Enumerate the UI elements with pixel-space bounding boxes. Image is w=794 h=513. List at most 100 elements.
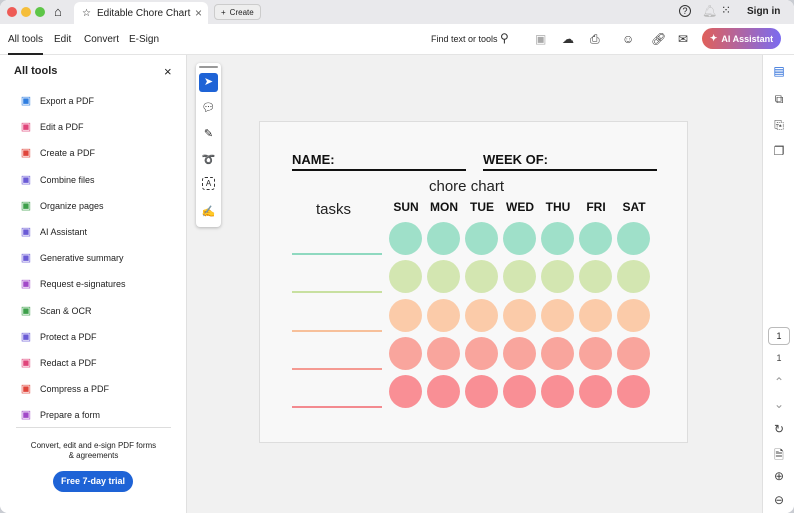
bookmark-icon[interactable]: ⎘ — [763, 118, 794, 133]
highlight-pen-icon[interactable]: ✎ — [199, 125, 218, 144]
tool-item[interactable]: ▣ Scan & OCR — [20, 305, 92, 317]
chore-circle[interactable] — [389, 260, 422, 294]
task-line[interactable] — [292, 329, 382, 332]
drag-handle[interactable] — [199, 66, 218, 68]
sign-in-button[interactable]: Sign in — [747, 6, 780, 17]
chore-circle[interactable] — [617, 336, 650, 370]
free-trial-button[interactable]: Free 7-day trial — [53, 471, 133, 492]
next-page-icon[interactable]: ⌄ — [763, 397, 794, 411]
chore-circle[interactable] — [389, 336, 422, 370]
tool-item[interactable]: ▣ Export a PDF — [20, 95, 94, 107]
task-line[interactable] — [292, 367, 382, 370]
chore-circle[interactable] — [465, 298, 498, 332]
zoom-in-icon[interactable]: ⊕ — [763, 469, 794, 483]
lasso-draw-icon[interactable]: ➰ — [199, 151, 218, 170]
page-fit-icon[interactable]: 🗎︎ — [763, 446, 794, 467]
chore-circle[interactable] — [427, 375, 460, 409]
tool-item[interactable]: ▣ Edit a PDF — [20, 121, 84, 133]
home-icon[interactable]: ⌂ — [54, 4, 62, 19]
save-icon[interactable]: ▣ — [535, 32, 546, 46]
sign-tool-icon[interactable]: ✍ — [199, 203, 218, 222]
chore-circle[interactable] — [541, 260, 574, 294]
search-icon[interactable]: ⚲ — [500, 31, 509, 45]
tool-item[interactable]: ▣ Protect a PDF — [20, 331, 97, 343]
chore-circle[interactable] — [579, 260, 612, 294]
close-panel-icon[interactable]: × — [164, 64, 172, 79]
name-field-line[interactable] — [292, 169, 466, 171]
text-box-icon[interactable]: A — [202, 177, 215, 190]
chore-circle[interactable] — [389, 298, 422, 332]
close-window-button[interactable] — [7, 7, 17, 17]
star-icon[interactable]: ☆ — [82, 8, 91, 19]
tool-item[interactable]: ▣ Create a PDF — [20, 147, 95, 159]
chore-circle[interactable] — [465, 375, 498, 409]
tool-item[interactable]: ▣ Generative summary — [20, 252, 124, 264]
chore-circle[interactable] — [541, 298, 574, 332]
week-field-line[interactable] — [483, 169, 657, 171]
chore-circle[interactable] — [465, 260, 498, 294]
chore-circle[interactable] — [389, 222, 422, 255]
share-user-icon[interactable]: ☺ — [622, 32, 634, 46]
tab-all-tools[interactable]: All tools — [8, 34, 44, 55]
bell-icon[interactable]: 🔔︎ — [702, 4, 717, 18]
link-icon[interactable]: 🔗︎ — [651, 32, 666, 46]
thumbnails-icon[interactable]: ⧉ — [763, 92, 794, 107]
apps-grid-icon[interactable]: ⁙ — [721, 3, 731, 17]
tab-convert[interactable]: Convert — [84, 34, 119, 45]
help-icon[interactable]: ? — [679, 5, 691, 17]
chore-circle[interactable] — [541, 336, 574, 370]
chore-circle[interactable] — [503, 260, 536, 294]
chore-circle[interactable] — [579, 336, 612, 370]
chore-circle[interactable] — [617, 298, 650, 332]
chore-circle[interactable] — [465, 336, 498, 370]
chore-circle[interactable] — [617, 222, 650, 255]
chore-circle[interactable] — [617, 260, 650, 294]
chore-circle[interactable] — [427, 298, 460, 332]
chore-circle[interactable] — [617, 375, 650, 409]
tab-edit[interactable]: Edit — [54, 34, 71, 45]
chore-circle[interactable] — [389, 375, 422, 409]
chore-circle[interactable] — [427, 260, 460, 294]
upload-cloud-icon[interactable]: ☁ — [562, 32, 574, 46]
chore-circle[interactable] — [503, 222, 536, 255]
tab-e-sign[interactable]: E-Sign — [129, 34, 159, 45]
maximize-window-button[interactable] — [35, 7, 45, 17]
minimize-window-button[interactable] — [21, 7, 31, 17]
create-button[interactable]: + Create — [214, 4, 261, 20]
chore-circle[interactable] — [427, 222, 460, 255]
task-line[interactable] — [292, 406, 382, 409]
tool-item[interactable]: ▣ Request e-signatures — [20, 278, 126, 290]
email-icon[interactable]: ✉ — [678, 32, 688, 46]
tool-item[interactable]: ▣ Prepare a form — [20, 409, 100, 421]
tool-item[interactable]: ▣ Combine files — [20, 174, 95, 186]
select-tool-icon[interactable]: ➤ — [199, 73, 218, 92]
chore-circle[interactable] — [541, 222, 574, 255]
chore-circle[interactable] — [503, 375, 536, 409]
comment-tool-icon[interactable]: 💬︎ — [199, 99, 218, 118]
chore-circle[interactable] — [541, 375, 574, 409]
rotate-icon[interactable]: ↻ — [763, 422, 794, 436]
chore-circle[interactable] — [427, 336, 460, 370]
chore-circle[interactable] — [579, 375, 612, 409]
chore-circle[interactable] — [503, 298, 536, 332]
tool-item[interactable]: ▣ AI Assistant — [20, 226, 87, 238]
zoom-out-icon[interactable]: ⊖ — [763, 493, 794, 507]
tool-item[interactable]: ▣ Compress a PDF — [20, 383, 109, 395]
comment-panel-icon[interactable]: ▤ — [763, 64, 794, 78]
chore-circle[interactable] — [465, 222, 498, 255]
task-line[interactable] — [292, 253, 382, 255]
close-tab-icon[interactable]: × — [195, 6, 202, 20]
page-number-input[interactable]: 1 — [768, 327, 790, 345]
tool-item[interactable]: ▣ Organize pages — [20, 200, 104, 212]
previous-page-icon[interactable]: ⌃ — [763, 375, 794, 389]
chore-circle[interactable] — [503, 336, 536, 370]
document-tab[interactable]: ☆ Editable Chore Chart × — [74, 2, 208, 24]
task-line[interactable] — [292, 291, 382, 294]
print-icon[interactable]: ⎙ — [590, 32, 600, 47]
find-text-button[interactable]: Find text or tools — [431, 34, 498, 44]
chore-circle[interactable] — [579, 222, 612, 255]
ai-assistant-button[interactable]: ✦ AI Assistant — [702, 28, 781, 49]
copy-pages-icon[interactable]: ❐ — [763, 144, 794, 158]
tool-item[interactable]: ▣ Redact a PDF — [20, 357, 97, 369]
chore-circle[interactable] — [579, 298, 612, 332]
